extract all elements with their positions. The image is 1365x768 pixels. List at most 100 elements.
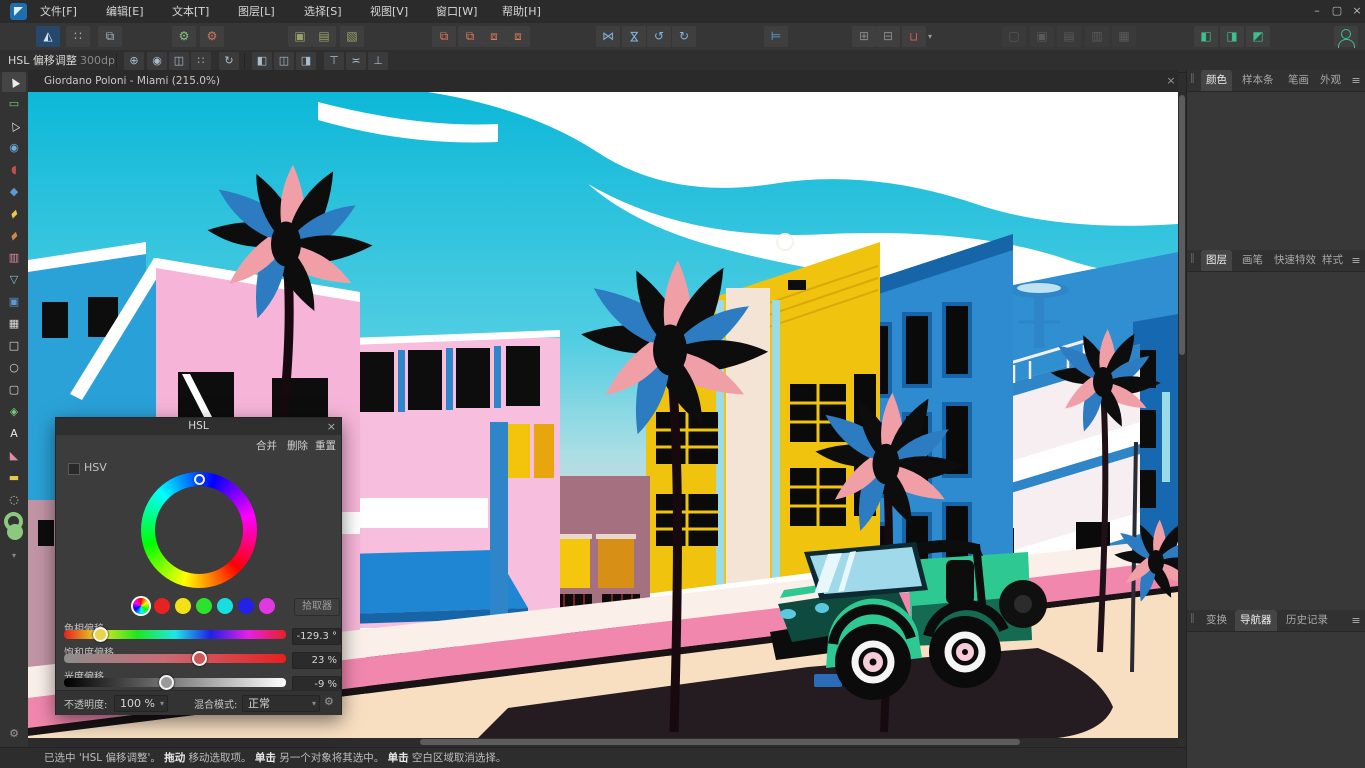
green-channel-dot[interactable] xyxy=(196,598,212,614)
designer-persona-icon[interactable]: ◭ xyxy=(36,26,60,47)
rotate-cw-icon[interactable]: ↻ xyxy=(672,26,696,47)
preferences-gear-icon[interactable]: ⚙ xyxy=(2,724,26,744)
menu-window[interactable]: 窗口[W] xyxy=(426,0,487,23)
place-image-tool[interactable]: ▣ xyxy=(2,292,26,312)
alignment-icon[interactable]: ⊨ xyxy=(764,26,788,47)
artboard-tool[interactable]: ▭ xyxy=(2,94,26,114)
view-outline-icon[interactable]: ▧ xyxy=(340,26,364,47)
color-picker-tool[interactable]: ◣ xyxy=(2,446,26,466)
magenta-channel-dot[interactable] xyxy=(259,598,275,614)
account-icon[interactable] xyxy=(1334,26,1358,47)
tools-expand-icon[interactable]: ▾ xyxy=(2,546,26,566)
tab-swatches[interactable]: 样本条 xyxy=(1237,70,1279,91)
pen-tool[interactable]: ◆ xyxy=(2,182,26,202)
zoom-tool[interactable]: ◌ xyxy=(2,490,26,510)
snapping-magnet-icon[interactable]: ⊓ xyxy=(902,26,926,47)
close-button[interactable]: × xyxy=(1346,0,1365,23)
reset-icon[interactable]: ↻ xyxy=(219,52,239,70)
saturation-shift-knob[interactable] xyxy=(192,651,207,666)
tab-transform[interactable]: 变换 xyxy=(1201,610,1232,631)
artistic-text-tool[interactable]: A xyxy=(2,424,26,444)
move-to-back-icon[interactable]: ⧉ xyxy=(432,26,456,47)
fill-stroke-swatch[interactable] xyxy=(4,512,24,542)
split-view-icon[interactable]: ◫ xyxy=(169,52,189,70)
hsl-dialog[interactable]: HSL × 合并 删除 重置 HSV 拾取器 色相偏移 -129.3 ° 饱和度… xyxy=(55,417,342,715)
tab-color[interactable]: 颜色 xyxy=(1201,70,1232,91)
corner-tool[interactable]: ◉ xyxy=(2,138,26,158)
pencil-tool[interactable]: ▰ xyxy=(2,204,26,224)
restore-button[interactable]: ▢ xyxy=(1326,0,1348,23)
panel-menu-icon[interactable]: ≡ xyxy=(1348,610,1364,631)
forward-one-icon[interactable]: ⧈ xyxy=(482,26,506,47)
menu-edit[interactable]: 编辑[E] xyxy=(96,0,154,23)
hsv-checkbox[interactable] xyxy=(68,463,80,475)
hue-wheel-marker[interactable] xyxy=(194,474,205,485)
align-top-icon[interactable]: ⊤ xyxy=(324,52,344,70)
hue-shift-knob[interactable] xyxy=(93,627,108,642)
boolean-subtract-icon[interactable]: ◨ xyxy=(1220,26,1244,47)
align-right-icon[interactable]: ◨ xyxy=(296,52,316,70)
gear-adjust-icon[interactable]: ⚙ xyxy=(200,26,224,47)
menu-select[interactable]: 选择[S] xyxy=(294,0,352,23)
target-icon[interactable]: ⊕ xyxy=(124,52,144,70)
panel-menu-icon[interactable]: ≡ xyxy=(1348,70,1364,91)
menu-layer[interactable]: 图层[L] xyxy=(228,0,285,23)
hue-shift-slider[interactable] xyxy=(64,630,286,639)
export-persona-icon[interactable]: ⧉ xyxy=(98,26,122,47)
scrollbar-thumb[interactable] xyxy=(1179,95,1185,355)
crop-tool[interactable]: ▦ xyxy=(2,314,26,334)
tab-appearance[interactable]: 外观 xyxy=(1315,70,1346,91)
tab-quick-fx[interactable]: 快速特效 xyxy=(1269,250,1321,271)
minimize-button[interactable]: – xyxy=(1306,0,1328,23)
rotate-ccw-icon[interactable]: ↺ xyxy=(647,26,671,47)
cyan-channel-dot[interactable] xyxy=(217,598,233,614)
align-middle-icon[interactable]: ≍ xyxy=(346,52,366,70)
align-bottom-icon[interactable]: ⊥ xyxy=(368,52,388,70)
node-tool[interactable]: △ xyxy=(2,116,26,136)
picker-button[interactable]: 拾取器 xyxy=(294,598,340,616)
menu-view[interactable]: 视图[V] xyxy=(360,0,418,23)
align-left-icon[interactable]: ◧ xyxy=(252,52,272,70)
yellow-channel-dot[interactable] xyxy=(175,598,191,614)
dialog-title[interactable]: HSL xyxy=(56,418,341,435)
blue-channel-dot[interactable] xyxy=(238,598,254,614)
flip-horizontal-icon[interactable]: ⋈ xyxy=(596,26,620,47)
document-tab[interactable]: Giordano Poloni - Miami (215.0%) xyxy=(44,70,220,92)
gear-icon[interactable]: ⚙ xyxy=(172,26,196,47)
rectangle-tool[interactable]: □ xyxy=(2,336,26,356)
view-split-icon[interactable]: ▤ xyxy=(312,26,336,47)
dialog-blend-dropdown[interactable]: 正常▾ xyxy=(242,695,320,712)
boolean-divide-icon[interactable]: ◩ xyxy=(1246,26,1270,47)
tab-styles[interactable]: 样式 xyxy=(1317,250,1348,271)
reset-button[interactable]: 重置 xyxy=(315,438,336,453)
dialog-close-icon[interactable]: × xyxy=(327,418,336,435)
red-channel-dot[interactable] xyxy=(154,598,170,614)
panel-grip-icon[interactable]: ∥ xyxy=(1190,253,1195,264)
tab-close-icon[interactable]: × xyxy=(1164,70,1178,92)
vector-brush-tool[interactable]: ▰ xyxy=(2,226,26,246)
pixel-persona-icon[interactable]: ∷ xyxy=(66,26,90,47)
canvas-horizontal-scrollbar[interactable] xyxy=(28,738,1178,747)
crayon-tool[interactable]: ▥ xyxy=(2,248,26,268)
move-tool[interactable]: ▲ xyxy=(2,72,26,92)
menu-help[interactable]: 帮助[H] xyxy=(492,0,551,23)
dialog-opacity-dropdown[interactable]: 100 %▾ xyxy=(114,695,168,712)
align-center-icon[interactable]: ◫ xyxy=(274,52,294,70)
back-one-icon[interactable]: ⧉ xyxy=(458,26,482,47)
menu-text[interactable]: 文本[T] xyxy=(162,0,219,23)
contour-tool[interactable]: ◖ xyxy=(2,160,26,180)
tab-brushes[interactable]: 画笔 xyxy=(1237,250,1268,271)
measure-tool[interactable]: ▬ xyxy=(2,468,26,488)
grid-icon[interactable]: ∷ xyxy=(191,52,211,70)
scrollbar-thumb[interactable] xyxy=(420,739,1020,745)
tab-stroke[interactable]: 笔画 xyxy=(1283,70,1314,91)
hue-shift-value[interactable]: -129.3 ° xyxy=(292,628,341,645)
luminosity-shift-knob[interactable] xyxy=(159,675,174,690)
panel-grip-icon[interactable]: ∥ xyxy=(1190,73,1195,84)
tab-navigator[interactable]: 导航器 xyxy=(1235,610,1277,631)
dialog-gear-icon[interactable]: ⚙ xyxy=(324,695,334,708)
delete-button[interactable]: 删除 xyxy=(287,438,308,453)
tab-history[interactable]: 历史记录 xyxy=(1281,610,1333,631)
tab-layers[interactable]: 图层 xyxy=(1201,250,1232,271)
move-to-front-icon[interactable]: ⧈ xyxy=(506,26,530,47)
